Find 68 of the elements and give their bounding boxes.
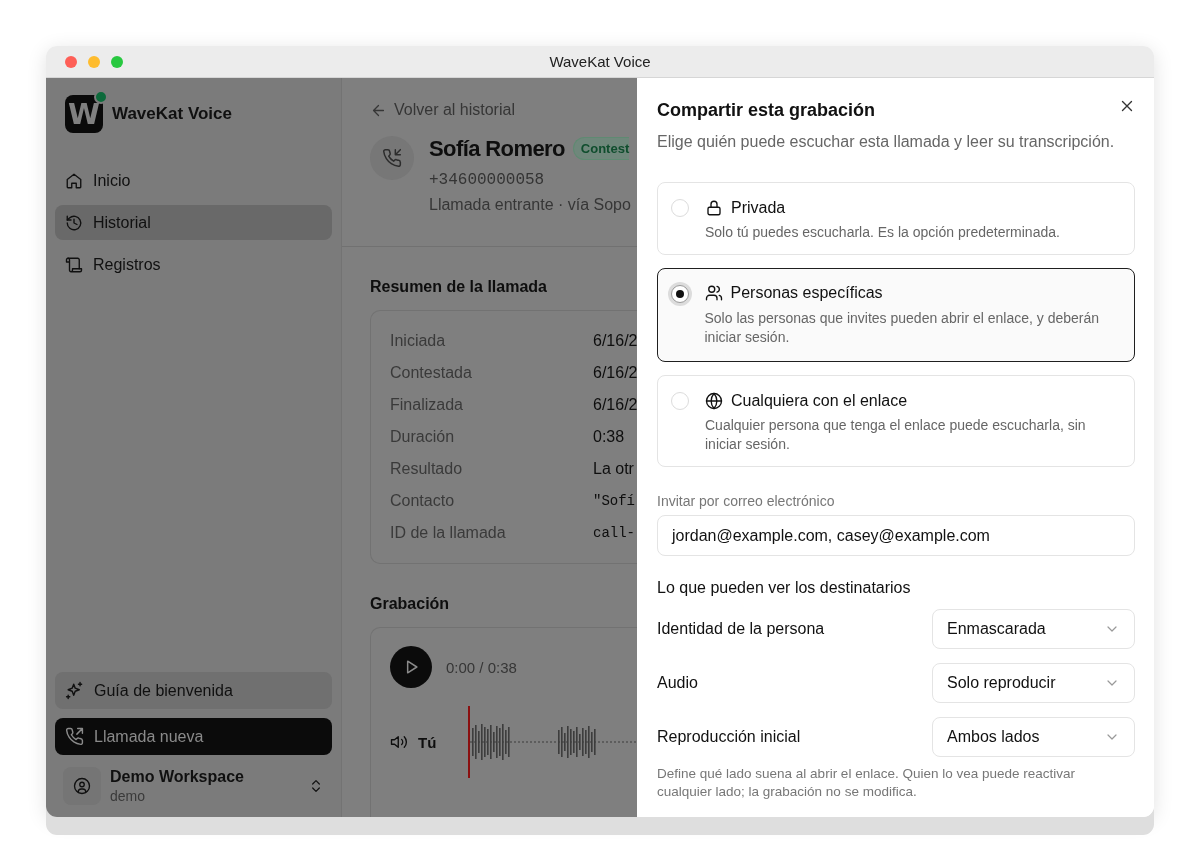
- share-option[interactable]: Privada Solo tú puedes escucharla. Es la opción predeterminada.: [657, 182, 1135, 255]
- field-value: 6/16/2: [593, 332, 637, 350]
- option-label: Personas específicas: [730, 284, 883, 302]
- dialog-subtitle: Elige quién puede escuchar esta llamada y leer su transcripción.: [657, 133, 1116, 151]
- field-value: 0:38: [593, 428, 626, 446]
- sparkles-icon: [65, 681, 84, 700]
- playback-time: 0:00 / 0:38: [446, 658, 517, 676]
- history-icon: [65, 213, 83, 232]
- field-label: Contestada: [390, 364, 473, 382]
- dropdown[interactable]: Enmascarada: [932, 609, 1135, 649]
- zoom-window-button[interactable]: [111, 56, 123, 68]
- field-label: Invitar por correo electrónico: [657, 493, 836, 509]
- field-label: ID de la llamada: [390, 524, 507, 542]
- workspace-slug: demo: [110, 788, 147, 804]
- globe-icon: [705, 391, 723, 410]
- status-dot: [94, 90, 108, 104]
- new-call-button[interactable]: Llamada nueva: [55, 718, 332, 755]
- dropdown[interactable]: Ambos lados: [932, 717, 1135, 757]
- users-icon: [704, 284, 723, 302]
- option-description: Cualquier persona que tenga el enlace puede escucharla, sin iniciar sesión.: [705, 416, 1087, 454]
- dropdown[interactable]: Solo reproducir: [932, 663, 1135, 703]
- setting-label: Reproducción inicial: [657, 728, 802, 746]
- window-title: WaveKat Voice: [549, 53, 651, 70]
- phone-outgoing-icon: [65, 727, 84, 746]
- option-description: Solo las personas que invites pueden abrir el enlace, y deberán iniciar sesión.: [704, 308, 1101, 347]
- sidebar-item[interactable]: Inicio: [55, 163, 332, 198]
- field-value: 6/16/2: [593, 364, 637, 382]
- user-circle-icon: [73, 777, 91, 795]
- sidebar-item[interactable]: Registros: [55, 247, 332, 282]
- share-option[interactable]: Cualquiera con el enlace Cualquier persona que tenga el enlace puede escucharla, sin iniciar sesión.: [657, 375, 1135, 467]
- onboarding-button[interactable]: Guía de bienvenida: [55, 672, 332, 709]
- phone-number: +34600000058: [429, 170, 546, 189]
- option-label: Privada: [731, 198, 786, 217]
- home-icon: [65, 171, 83, 190]
- field-value: call-: [593, 525, 636, 541]
- email-input-field[interactable]: jordan@example.com, casey@example.com: [657, 515, 1135, 556]
- close-window-button[interactable]: [65, 56, 77, 68]
- option-description: Solo tú puedes escucharla. Es la opción predeterminada.: [705, 223, 1061, 242]
- speaker-icon: [390, 733, 408, 751]
- call-details: Llamada entrante · vía Sopo: [429, 195, 631, 214]
- lock-icon: [705, 198, 723, 217]
- field-value: La otr: [593, 460, 635, 478]
- help-text: Define qué lado suena al abrir el enlace. Quien lo vea puede reactivar cualquier lado; la grabación no se modifica.: [657, 765, 1077, 801]
- dialog-title: Compartir esta grabación: [657, 100, 876, 121]
- section-title: Resumen de la llamada: [370, 278, 548, 296]
- section-title: Lo que pueden ver los destinatarios: [657, 579, 912, 597]
- setting-label: Audio: [657, 674, 699, 692]
- field-value: "Sofí: [593, 493, 636, 509]
- share-option[interactable]: Personas específicas Solo las personas que invites pueden abrir el enlace, y deberán iniciar sesión.: [657, 268, 1135, 362]
- field-value: 6/16/2: [593, 396, 637, 414]
- track-label: Tú: [418, 733, 438, 751]
- radio-button[interactable]: [670, 284, 689, 303]
- scroll-icon: [65, 255, 83, 274]
- setting-label: Identidad de la persona: [657, 620, 826, 638]
- field-label: Contacto: [390, 492, 456, 510]
- field-label: Resultado: [390, 460, 464, 478]
- app-name: WaveKat Voice: [112, 104, 232, 124]
- field-label: Duración: [390, 428, 456, 446]
- option-label: Cualquiera con el enlace: [731, 391, 908, 410]
- minimize-window-button[interactable]: [88, 56, 100, 68]
- contact-name: Sofía Romero: [429, 135, 565, 162]
- play-button[interactable]: [390, 646, 432, 688]
- status-badge: Contest: [572, 137, 630, 160]
- field-label: Iniciada: [390, 332, 447, 350]
- phone-incoming-icon: [382, 147, 402, 168]
- workspace-name: Demo Workspace: [110, 768, 245, 786]
- section-title: Grabación: [370, 595, 451, 613]
- field-label: Finalizada: [390, 396, 464, 414]
